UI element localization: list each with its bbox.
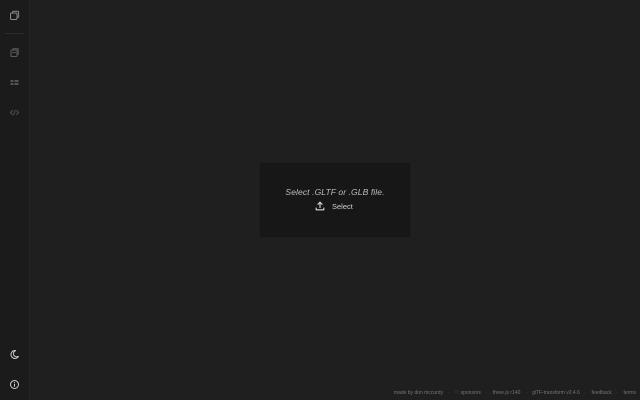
footer-separator: · [616, 390, 619, 396]
footer-separator: · [525, 390, 528, 396]
list-icon [10, 79, 19, 85]
file-dropzone[interactable]: Select .GLTF or .GLB file. Select [260, 163, 410, 237]
footer-link-threejs[interactable]: three.js r140 [493, 390, 521, 396]
info-button[interactable] [0, 373, 29, 395]
sidebar-item-textures[interactable] [0, 41, 29, 63]
textures-icon [10, 47, 19, 57]
model-icon [10, 10, 20, 20]
footer-link-sponsors[interactable]: ♡ sponsors [455, 390, 481, 396]
footer-link-author[interactable]: made by don mccurdy [394, 390, 443, 396]
footer-link-terms[interactable]: terms [624, 390, 637, 396]
footer-separator: · [485, 390, 488, 396]
sidebar-divider [5, 33, 24, 34]
sidebar [0, 0, 30, 400]
footer-separator: · [584, 390, 587, 396]
upload-icon [315, 201, 325, 211]
footer: made by don mccurdy · ♡ sponsors · three… [394, 388, 636, 398]
info-icon [10, 379, 19, 389]
select-file-button[interactable]: Select [315, 200, 353, 212]
sidebar-item-list[interactable] [0, 71, 29, 93]
footer-link-feedback[interactable]: feedback [592, 390, 612, 396]
footer-separator: · [448, 390, 450, 396]
select-file-label: Select [332, 201, 353, 211]
sidebar-item-code[interactable] [0, 101, 29, 123]
theme-toggle-button[interactable] [0, 343, 29, 365]
dropzone-prompt: Select .GLTF or .GLB file. [285, 187, 385, 197]
theme-moon-icon [10, 349, 20, 359]
code-icon [9, 109, 20, 115]
sidebar-item-model[interactable] [0, 4, 29, 26]
app-window: Select .GLTF or .GLB file. Select made b… [0, 0, 640, 400]
footer-link-gltf-transform[interactable]: glTF-transform v2.4.6 [532, 390, 580, 396]
